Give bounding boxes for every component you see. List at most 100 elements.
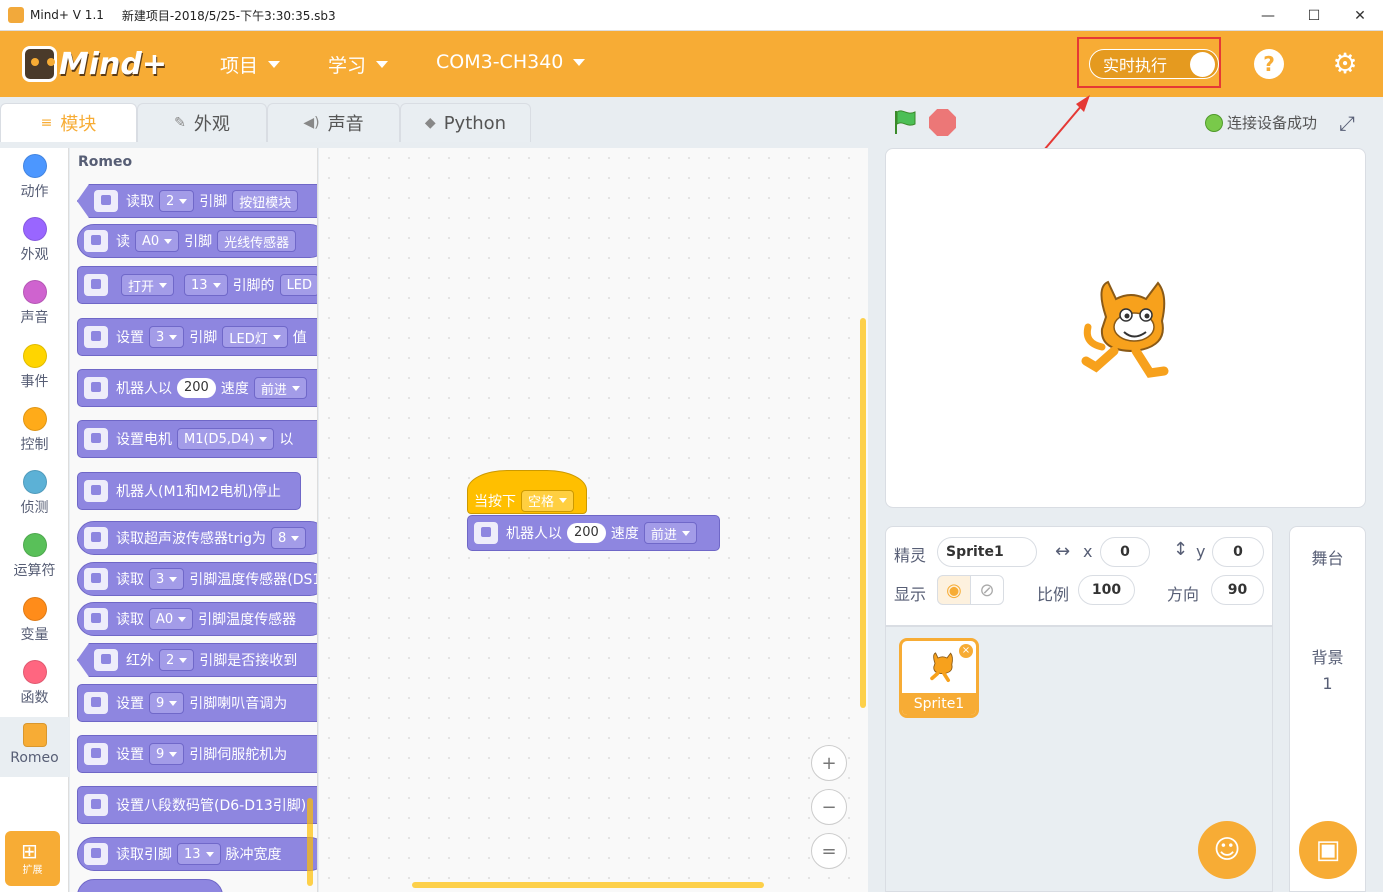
tab-sounds[interactable]: ◀) 声音 (267, 103, 400, 142)
robot-block-icon (84, 843, 108, 865)
menu-learn[interactable]: 学习 (328, 51, 389, 78)
direction-dropdown[interactable]: 前进 (643, 522, 697, 544)
palette-block[interactable]: 机器人(M1和M2电机)停止 (77, 472, 301, 510)
sprite-name-input[interactable]: Sprite1 (937, 537, 1037, 567)
direction-input[interactable]: 90 (1211, 575, 1264, 605)
backdrop-count: 1 (1322, 674, 1333, 693)
when-key-pressed-block[interactable]: 当按下 空格 (467, 470, 587, 514)
help-button[interactable]: ? (1254, 49, 1284, 79)
workspace-vertical-scrollbar[interactable] (860, 318, 866, 708)
y-input[interactable]: 0 (1212, 537, 1264, 567)
category-dot-icon (22, 280, 47, 304)
tab-python[interactable]: ◆ Python (400, 103, 531, 142)
palette-block[interactable]: 设置八段数码管(D6-D13引脚) (77, 786, 317, 824)
mindplus-logo[interactable]: Mind+ (22, 39, 167, 89)
sprite-thumbnail[interactable]: × Sprite1 (899, 638, 979, 718)
palette-block[interactable]: 红外 2 引脚是否接收到 (77, 643, 317, 677)
zoom-reset-button[interactable]: = (811, 833, 847, 869)
palette-block[interactable] (77, 879, 223, 892)
zoom-out-button[interactable]: − (811, 789, 847, 825)
backdrop-label: 背景 (1311, 648, 1344, 667)
robot-block-icon (84, 527, 108, 549)
palette-block[interactable]: 设置 9 引脚伺服舵机为 (77, 735, 317, 773)
category-events[interactable]: 事件 (0, 344, 69, 391)
robot-move-block[interactable]: 机器人以 200 速度 前进 (467, 515, 720, 551)
robot-block-icon (84, 274, 108, 296)
palette-scrollbar[interactable] (307, 798, 313, 886)
delete-sprite-icon[interactable]: × (959, 644, 973, 658)
y-label: y (1196, 542, 1206, 561)
connection-status-icon (1205, 114, 1223, 132)
category-variables[interactable]: 变量 (0, 597, 69, 644)
palette-block[interactable]: 读取超声波传感器trig为 8 (77, 521, 317, 555)
extension-button[interactable]: ⊞ 扩展 (5, 831, 60, 886)
zoom-in-button[interactable]: + (811, 745, 847, 781)
gear-icon[interactable]: ⚙ (1330, 49, 1360, 79)
block-palette: Romeo 读取 2 引脚 按钮模块 读 A0 引脚 光线传感器 打开 13 引脚的 LED 设置… (70, 148, 318, 892)
sprite-info-panel: 精灵 Sprite1 ↔ x 0 ↕ y 0 显示 ◉ ⊘ 比例 100 方向 … (885, 526, 1273, 626)
editor-tabs: ≡ 模块 ✎ 外观 ◀) 声音 ◆ Python (0, 103, 531, 142)
palette-block[interactable]: 读 A0 引脚 光线传感器 (77, 224, 317, 258)
tab-blocks[interactable]: ≡ 模块 (0, 103, 137, 142)
category-sound[interactable]: 声音 (0, 280, 69, 327)
category-control[interactable]: 控制 (0, 407, 69, 454)
realtime-toggle[interactable]: 实时执行 (1089, 49, 1219, 79)
robot-block-icon (84, 794, 108, 816)
category-looks[interactable]: 外观 (0, 217, 69, 264)
category-operators[interactable]: 运算符 (0, 533, 69, 580)
workspace-horizontal-scrollbar[interactable] (412, 882, 764, 888)
speed-input[interactable]: 200 (567, 523, 606, 543)
category-sensing[interactable]: 侦测 (0, 470, 69, 517)
category-romeo[interactable]: Romeo (0, 717, 69, 777)
robot-block-icon (84, 568, 108, 590)
category-dot-icon (22, 597, 47, 621)
x-label: x (1083, 542, 1093, 561)
menu-project[interactable]: 项目 (220, 51, 281, 78)
palette-block[interactable]: 设置 9 引脚喇叭音调为 (77, 684, 317, 722)
stop-icon[interactable] (929, 109, 956, 136)
category-motion[interactable]: 动作 (0, 154, 69, 201)
minimize-button[interactable]: — (1245, 0, 1291, 31)
sprite-label: 精灵 (894, 546, 927, 565)
robot-block-icon (84, 608, 108, 630)
category-dot-icon (22, 344, 47, 368)
size-input[interactable]: 100 (1078, 575, 1135, 605)
palette-block[interactable]: 读取3引脚温度传感器(DS18B20) (77, 562, 317, 596)
sprite-thumbnail-name: Sprite1 (902, 693, 976, 715)
maximize-button[interactable]: ☐ (1291, 0, 1337, 31)
fullscreen-icon[interactable]: ⤢ (1339, 111, 1355, 135)
green-flag-icon[interactable] (891, 108, 919, 136)
key-dropdown[interactable]: 空格 (521, 489, 575, 512)
robot-block-icon (84, 230, 108, 252)
python-icon: ◆ (424, 115, 436, 131)
palette-block[interactable]: 读取引脚 13 脉冲宽度 (77, 837, 317, 871)
palette-block[interactable]: 设置电机 M1(D5,D4) 以 (77, 420, 317, 458)
add-sprite-button[interactable]: ☺ (1198, 821, 1256, 879)
robot-block-icon (84, 692, 108, 714)
caret-down-icon (376, 61, 389, 68)
palette-block[interactable]: 设置 3 引脚 LED灯值 (77, 318, 317, 356)
x-input[interactable]: 0 (1100, 537, 1150, 567)
robot-block-icon (84, 480, 108, 502)
palette-block[interactable]: 打开 13 引脚的 LED (77, 266, 317, 304)
menu-port[interactable]: COM3-CH340 (436, 51, 586, 73)
category-functions[interactable]: 函数 (0, 660, 69, 707)
stage-canvas[interactable] (885, 148, 1366, 508)
cat-sprite[interactable] (1076, 277, 1176, 381)
tab-costumes[interactable]: ✎ 外观 (137, 103, 267, 142)
palette-block[interactable]: 机器人以 200 速度 前进 (77, 369, 317, 407)
direction-label: 方向 (1167, 585, 1200, 604)
caret-down-icon (268, 61, 281, 68)
palette-block[interactable]: 读取 2 引脚 按钮模块 (77, 184, 317, 218)
show-eye-icon[interactable]: ◉ (937, 575, 971, 605)
logo-text: Mind+ (58, 46, 167, 82)
caret-down-icon (573, 58, 586, 66)
hide-eye-icon[interactable]: ⊘ (970, 575, 1004, 605)
close-button[interactable]: ✕ (1337, 0, 1383, 31)
add-backdrop-button[interactable]: ▣ (1299, 821, 1357, 879)
brush-icon: ✎ (174, 115, 186, 131)
cat-thumbnail-icon (930, 652, 953, 682)
show-label: 显示 (894, 585, 927, 604)
palette-block[interactable]: 读取 A0 引脚温度传感器 (77, 602, 317, 636)
category-menu: 动作 外观 声音 事件 控制 侦测 运算符 变量 函数 Romeo ⊞ 扩展 (0, 148, 69, 892)
